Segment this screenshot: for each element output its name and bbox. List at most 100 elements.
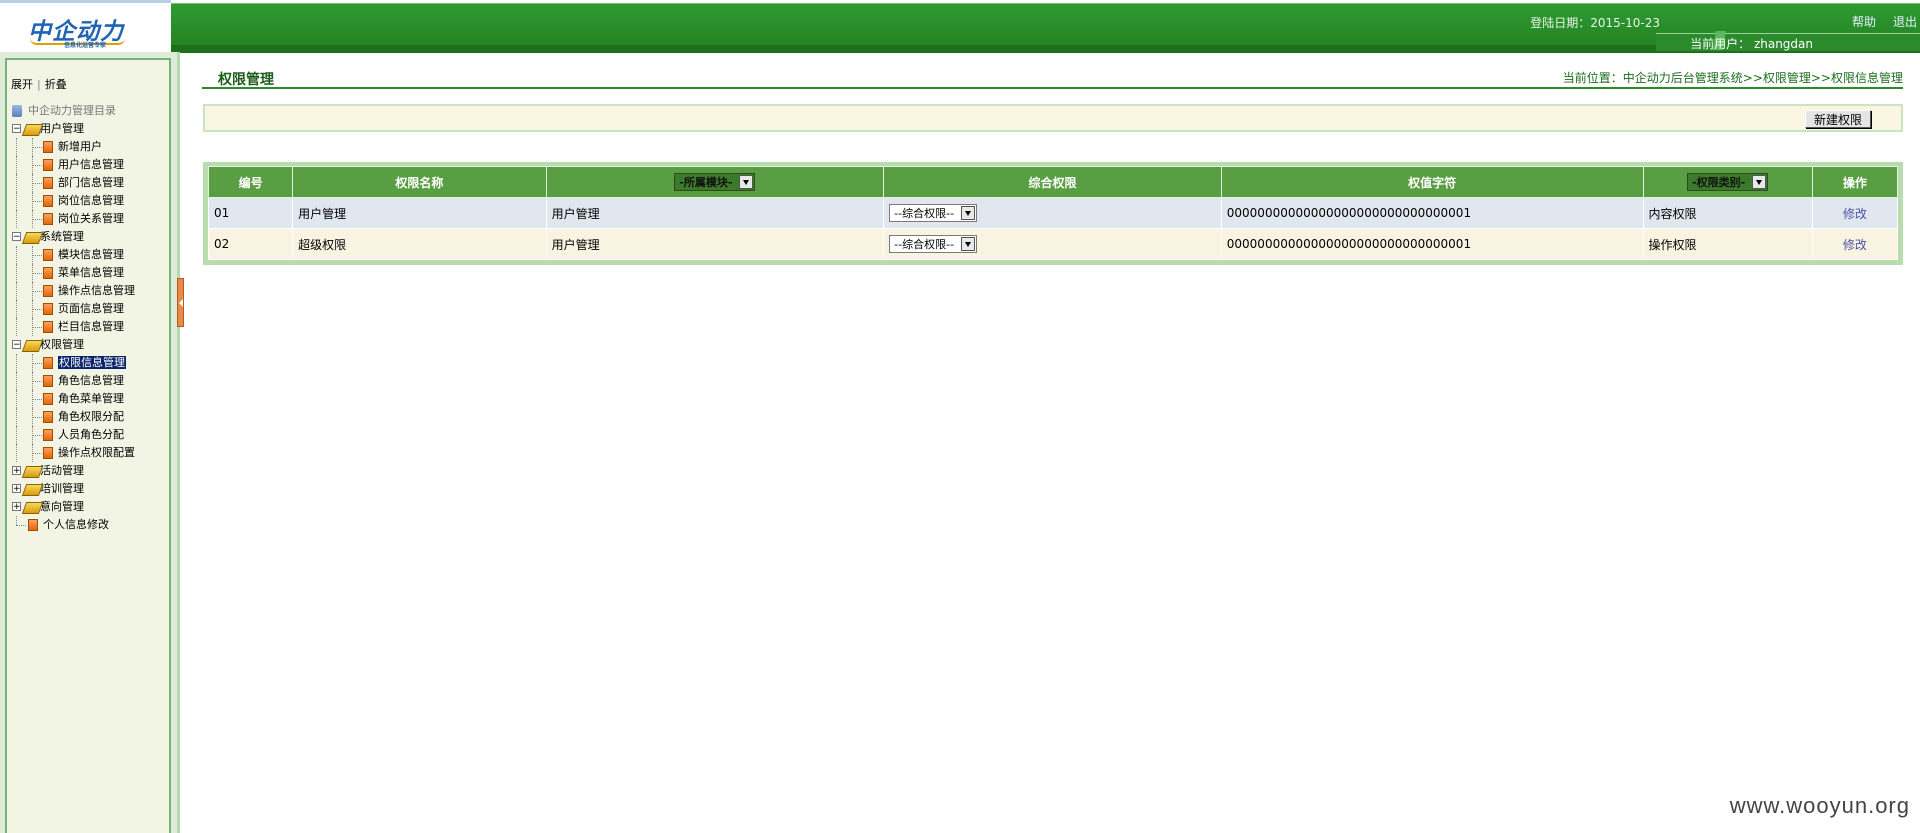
tree-group-permission-management[interactable]: − 权限管理: [10, 336, 170, 354]
expand-toggle-icon[interactable]: +: [12, 466, 21, 476]
tree-item-label: 操作点权限配置: [58, 446, 135, 459]
tree-item[interactable]: 部门信息管理: [10, 174, 170, 192]
tree-item[interactable]: 操作点权限配置: [10, 444, 170, 462]
tree-item[interactable]: 页面信息管理: [10, 300, 170, 318]
tree-item[interactable]: 操作点信息管理: [10, 282, 170, 300]
current-user: 当前用户： zhangdan: [1690, 37, 1813, 51]
tree-item-label: 模块信息管理: [58, 248, 124, 261]
cell-id: 02: [207, 228, 294, 260]
page-icon: [43, 177, 53, 189]
expand-collapse-bar: 展开 | 折叠: [11, 76, 67, 92]
combined-permission-select[interactable]: --综合权限--: [889, 204, 978, 222]
chevron-down-icon: [961, 237, 976, 251]
collapse-toggle-icon[interactable]: −: [12, 340, 21, 350]
page-icon: [43, 375, 53, 387]
tree-item[interactable]: 菜单信息管理: [10, 264, 170, 282]
logo: 中企动力 信息化运营专家: [0, 0, 171, 52]
table-row: 01 用户管理 用户管理 --综合权限-- 000000000000000000…: [207, 197, 1899, 229]
cell-combined: --综合权限--: [883, 197, 1222, 229]
tree-group-user-management[interactable]: − 用户管理: [10, 120, 170, 138]
cell-action: 修改: [1811, 228, 1899, 260]
tree-item[interactable]: 岗位关系管理: [10, 210, 170, 228]
combined-permission-value: --综合权限--: [894, 238, 955, 251]
tree-group-training-management[interactable]: + 培训管理: [10, 480, 170, 498]
module-filter-select[interactable]: -所属模块-: [674, 173, 756, 191]
tree-group-activity-management[interactable]: + 活动管理: [10, 462, 170, 480]
type-filter-select[interactable]: -权限类别-: [1687, 173, 1769, 191]
logo-subtext: 信息化运营专家: [64, 42, 107, 49]
tree-item[interactable]: 栏目信息管理: [10, 318, 170, 336]
permission-table-container: 编号 权限名称 -所属模块- 综合权限 权值字符 -权限类别- 操作 01 用户…: [203, 162, 1903, 265]
collapse-toggle-icon[interactable]: −: [12, 232, 21, 242]
tree-item-profile[interactable]: 个人信息修改: [10, 516, 170, 534]
col-combined-header: 综合权限: [883, 166, 1222, 198]
breadcrumb: 当前位置：中企动力后台管理系统>>权限管理>>权限信息管理: [1562, 71, 1903, 85]
chevron-down-icon: [1752, 175, 1767, 189]
help-link[interactable]: 帮助: [1852, 13, 1876, 30]
tree-item[interactable]: 角色权限分配: [10, 408, 170, 426]
page-icon: [43, 159, 53, 171]
top-header: 中企动力 信息化运营专家 登陆日期：2015-10-23 帮助 退出 当前用户：…: [0, 0, 1920, 53]
collapse-toggle-icon[interactable]: −: [12, 124, 21, 134]
tree-root-label: 中企动力管理目录: [28, 104, 116, 117]
tree-item[interactable]: 用户信息管理: [10, 156, 170, 174]
login-date: 登陆日期：2015-10-23: [1530, 16, 1660, 30]
page-icon: [43, 303, 53, 315]
page-icon: [43, 357, 53, 369]
page-icon: [43, 249, 53, 261]
title-divider: [202, 87, 1903, 89]
tree-item-label: 个人信息修改: [43, 518, 109, 531]
cell-combined: --综合权限--: [883, 228, 1222, 260]
col-module-header: -所属模块-: [545, 166, 885, 198]
tree-item[interactable]: 模块信息管理: [10, 246, 170, 264]
page-icon: [43, 393, 53, 405]
collapse-sidebar-handle[interactable]: [177, 278, 184, 327]
page-icon: [43, 213, 53, 225]
tree-group-label: 权限管理: [40, 338, 84, 351]
cell-type: 内容权限: [1642, 197, 1813, 229]
tree-item-label: 页面信息管理: [58, 302, 124, 315]
col-value-header: 权值字符: [1220, 166, 1644, 198]
tree-group-system-management[interactable]: − 系统管理: [10, 228, 170, 246]
new-permission-button[interactable]: 新建权限: [1804, 110, 1871, 128]
nav-tree: 中企动力管理目录 − 用户管理 新增用户 用户信息管理 部门信息管理 岗位信息管…: [10, 102, 170, 534]
cell-module: 用户管理: [545, 228, 885, 260]
watermark: www.wooyun.org: [1729, 793, 1910, 818]
table-header-row: 编号 权限名称 -所属模块- 综合权限 权值字符 -权限类别- 操作: [207, 166, 1899, 198]
collapse-all-link[interactable]: 折叠: [45, 78, 67, 91]
tree-item[interactable]: 新增用户: [10, 138, 170, 156]
page-icon: [43, 411, 53, 423]
tree-item-label: 新增用户: [58, 140, 102, 153]
tree-item[interactable]: 角色菜单管理: [10, 390, 170, 408]
splitter[interactable]: [177, 52, 180, 833]
chevron-down-icon: [961, 206, 976, 220]
tree-group-label: 用户管理: [40, 122, 84, 135]
tree-item-label: 部门信息管理: [58, 176, 124, 189]
module-filter-value: -所属模块-: [679, 176, 733, 189]
cell-name: 用户管理: [292, 197, 547, 229]
logout-link[interactable]: 退出: [1893, 13, 1917, 30]
tree-item[interactable]: 角色信息管理: [10, 372, 170, 390]
expand-all-link[interactable]: 展开: [11, 78, 33, 91]
combined-permission-value: --综合权限--: [894, 207, 955, 220]
page-icon: [43, 141, 53, 153]
combined-permission-select[interactable]: --综合权限--: [889, 235, 978, 253]
tree-item-label: 角色信息管理: [58, 374, 124, 387]
tree-item-label: 操作点信息管理: [58, 284, 135, 297]
expand-toggle-icon[interactable]: +: [12, 484, 21, 494]
tree-item-label: 角色菜单管理: [58, 392, 124, 405]
expand-toggle-icon[interactable]: +: [12, 502, 21, 512]
edit-link[interactable]: 修改: [1843, 238, 1867, 252]
tree-item[interactable]: 人员角色分配: [10, 426, 170, 444]
permission-table: 编号 权限名称 -所属模块- 综合权限 权值字符 -权限类别- 操作 01 用户…: [207, 166, 1899, 260]
col-type-header: -权限类别-: [1642, 166, 1813, 198]
tree-item[interactable]: 岗位信息管理: [10, 192, 170, 210]
tree-group-label: 培训管理: [40, 482, 84, 495]
edit-link[interactable]: 修改: [1843, 207, 1867, 221]
tree-item-selected[interactable]: 权限信息管理: [10, 354, 170, 372]
tree-group-intent-management[interactable]: + 意向管理: [10, 498, 170, 516]
page-icon: [43, 321, 53, 333]
tree-item-label: 角色权限分配: [58, 410, 124, 423]
cell-name: 超级权限: [292, 228, 547, 260]
sidebar: 展开 | 折叠 中企动力管理目录 − 用户管理 新增用户 用户信息管理 部门信息管理…: [5, 58, 171, 833]
